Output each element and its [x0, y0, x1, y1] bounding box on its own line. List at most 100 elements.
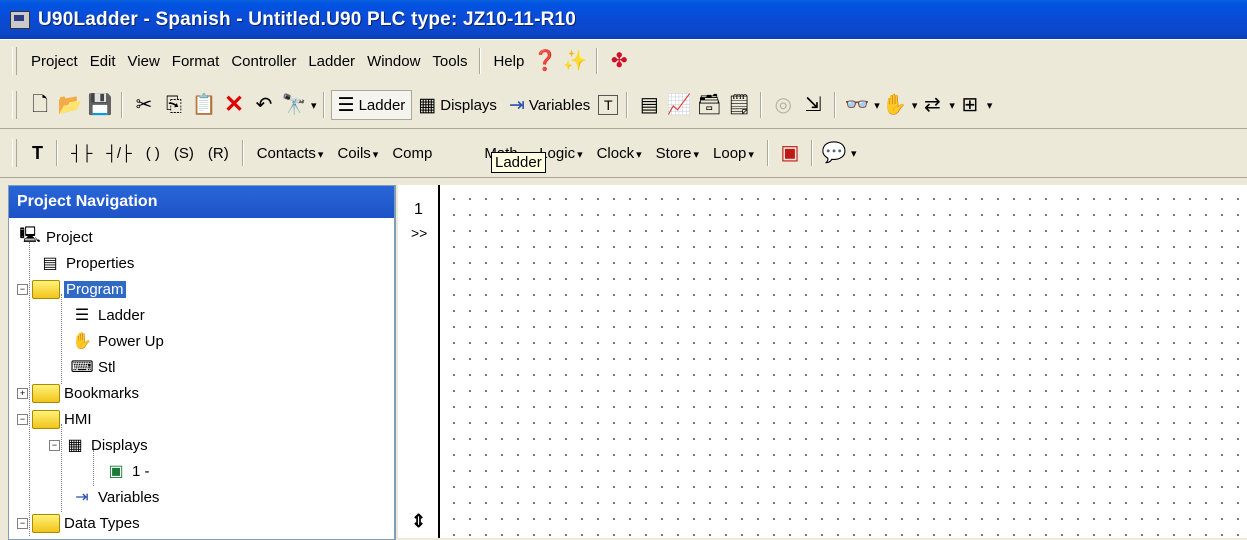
tree-label: Properties — [66, 254, 135, 272]
menu-edit[interactable]: Edit — [84, 53, 122, 70]
hand-tool-icon[interactable]: ✋ — [882, 92, 908, 118]
online-test-icon[interactable]: 👓 — [844, 92, 870, 118]
toolbar1-grip[interactable] — [12, 91, 17, 119]
set-coil-icon[interactable]: (S) — [167, 145, 201, 162]
trend-chart-icon[interactable]: 📈 — [666, 92, 692, 118]
connection-dropdown-icon[interactable]: ▾ — [949, 99, 955, 112]
displays-button[interactable]: ▦ Displays — [412, 94, 503, 117]
menu-controller[interactable]: Controller — [225, 53, 302, 70]
ladder-button[interactable]: ☰ Ladder — [330, 90, 413, 120]
project-navigation-panel: Project Navigation 🖳 Project ▤ Propertie… — [8, 185, 396, 540]
copy-icon[interactable]: ⎘ — [161, 92, 187, 118]
folder-icon — [32, 383, 60, 403]
menu-format[interactable]: Format — [166, 53, 226, 70]
undo-icon[interactable]: ↶ — [251, 92, 277, 118]
menu-help[interactable]: Help — [487, 53, 530, 70]
grid-dropdown-icon[interactable]: ▾ — [987, 99, 993, 112]
contact-nc-icon[interactable]: ┤/├ — [99, 145, 138, 162]
resize-handle-icon[interactable]: ⇕ — [411, 511, 426, 532]
toolbar-separator-5 — [834, 92, 837, 118]
tree-item-hmi[interactable]: − HMI — [9, 406, 394, 432]
variables-button[interactable]: ⇥ Variables — [503, 94, 596, 117]
database-icon[interactable]: 🗃 — [696, 92, 722, 118]
tree-item-ladder[interactable]: ☰ Ladder — [9, 302, 394, 328]
save-icon[interactable]: 💾 — [87, 92, 113, 118]
coil-icon[interactable]: ( ) — [139, 145, 167, 162]
comment-icon[interactable]: 💬 — [821, 140, 847, 166]
find-dropdown-icon[interactable]: ▾ — [311, 99, 317, 112]
compare-menu[interactable]: Comp — [385, 145, 477, 162]
ladder-toolbar: T ┤├ ┤/├ ( ) (S) (R) Contacts ▾ Coils ▾ Co… — [0, 129, 1247, 178]
new-file-icon[interactable]: 🗋 — [27, 92, 53, 118]
reset-coil-icon[interactable]: (R) — [201, 145, 236, 162]
grid-icon[interactable]: ⊞ — [957, 92, 983, 118]
loop-menu[interactable]: Loop ▾ — [706, 145, 761, 162]
window-title: U90Ladder - Spanish - Untitled.U90 PLC t… — [38, 8, 577, 30]
tree-item-program[interactable]: − Program — [9, 276, 394, 302]
hand-tool-dropdown-icon[interactable]: ▾ — [912, 99, 918, 112]
find-icon[interactable]: 🔭 — [281, 92, 307, 118]
app-icon[interactable] — [10, 10, 30, 29]
cut-icon[interactable]: ✂ — [131, 92, 157, 118]
collapse-icon[interactable]: − — [17, 283, 28, 295]
download-icon[interactable]: ⇲ — [800, 92, 826, 118]
menu-view[interactable]: View — [122, 53, 166, 70]
collapse-icon[interactable]: − — [49, 439, 60, 451]
power-hand-icon: ✋ — [72, 333, 92, 350]
variables-icon: ⇥ — [75, 489, 89, 506]
tree-item-variables[interactable]: ⇥ Variables — [9, 484, 394, 510]
help-pointer-icon[interactable]: ❓ — [532, 48, 558, 74]
tree-item-display-1[interactable]: ▣ 1 - — [9, 458, 394, 484]
unitronics-logo-icon[interactable]: ✤ — [606, 48, 632, 74]
rung-marker[interactable]: >> — [411, 225, 427, 241]
tree-label: Data Types — [64, 514, 140, 532]
store-menu[interactable]: Store ▾ — [649, 145, 706, 162]
tree-item-properties[interactable]: ▤ Properties — [9, 250, 394, 276]
menu-window[interactable]: Window — [361, 53, 426, 70]
toolbar2-grip[interactable] — [12, 139, 17, 167]
clock-menu[interactable]: Clock ▾ — [590, 145, 649, 162]
menubar-grip[interactable] — [12, 47, 17, 75]
disabled-tool-icon: ◎ — [774, 94, 792, 116]
delete-icon[interactable]: ✕ — [221, 92, 247, 118]
paste-icon[interactable]: 📋 — [191, 92, 217, 118]
magic-wand-icon[interactable]: ✨ — [562, 48, 588, 74]
stl-icon: ⌨ — [70, 359, 94, 376]
menu-tools[interactable]: Tools — [426, 53, 473, 70]
ladder-canvas[interactable] — [438, 185, 1247, 538]
standard-toolbar: 🗋 📂 💾 ✂ ⎘ 📋 ✕ ↶ 🔭 ▾ ☰ Ladder ▦ Displays … — [0, 82, 1247, 129]
tree-item-data-types[interactable]: − Data Types — [9, 510, 394, 536]
hmi-display-icon: ▦ — [418, 94, 437, 116]
toolbar-separator — [121, 92, 123, 118]
line-element-icon[interactable]: T — [25, 143, 50, 164]
contacts-menu[interactable]: Contacts ▾ — [250, 145, 331, 162]
collapse-icon[interactable]: − — [17, 517, 28, 529]
online-test-dropdown-icon[interactable]: ▾ — [874, 99, 880, 112]
tree-item-project[interactable]: 🖳 Project — [9, 224, 394, 250]
toolbar-separator-2 — [322, 92, 325, 118]
tree-label: Variables — [98, 488, 160, 506]
compare-menu-label: Comp — [392, 144, 433, 162]
coils-menu[interactable]: Coils ▾ — [330, 145, 385, 162]
clock-menu-label: Clock — [596, 144, 635, 162]
tree-label: Ladder — [98, 306, 145, 324]
collapse-icon[interactable]: − — [17, 413, 28, 425]
plc-project-icon: 🖳 — [19, 226, 41, 244]
tree-item-power-up[interactable]: ✋ Power Up — [9, 328, 394, 354]
open-folder-icon[interactable]: 📂 — [57, 92, 83, 118]
comment-dropdown-icon[interactable]: ▾ — [851, 147, 857, 160]
function-block-icon[interactable]: ▣ — [777, 140, 803, 166]
coils-menu-label: Coils — [337, 144, 371, 162]
menu-project[interactable]: Project — [25, 53, 84, 70]
text-box-icon[interactable]: T — [598, 95, 619, 115]
tree-item-stl[interactable]: ⌨ Stl — [9, 354, 394, 380]
menu-ladder[interactable]: Ladder — [302, 53, 361, 70]
tree-item-displays[interactable]: − ▦ Displays — [9, 432, 394, 458]
plc-icon[interactable]: ▤ — [636, 92, 662, 118]
form-icon[interactable]: 🗒 — [726, 92, 752, 118]
expand-icon[interactable]: + — [17, 387, 28, 399]
connection-icon[interactable]: ⇄ — [919, 92, 945, 118]
menu-separator-2 — [596, 48, 599, 74]
contact-no-icon[interactable]: ┤├ — [64, 145, 99, 162]
tree-item-bookmarks[interactable]: + Bookmarks — [9, 380, 394, 406]
